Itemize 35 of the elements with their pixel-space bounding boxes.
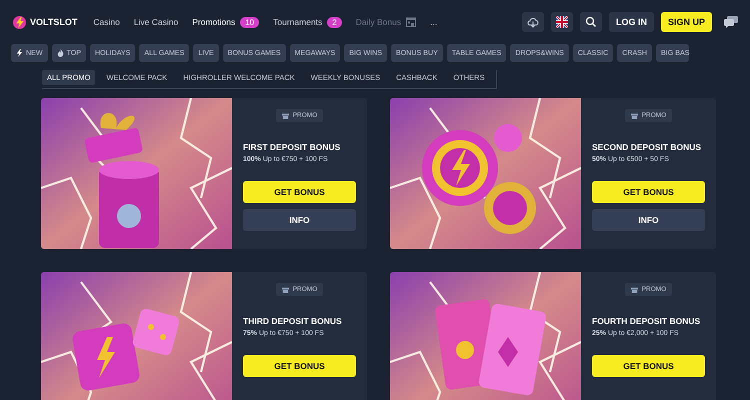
info-button[interactable]: INFO (243, 209, 356, 231)
bonus-title: FOURTH DEPOSIT BONUS (592, 316, 702, 326)
search-icon (584, 16, 597, 28)
bolt-icon (16, 49, 23, 57)
chat-icon[interactable] (724, 16, 738, 28)
get-bonus-button[interactable]: GET BONUS (592, 355, 705, 377)
logo-icon (13, 16, 26, 28)
login-button[interactable]: LOG IN (608, 12, 654, 32)
bonus-title: THIRD DEPOSIT BONUS (243, 316, 343, 326)
bonus-title: FIRST DEPOSIT BONUS (243, 142, 342, 152)
info-button[interactable]: INFO (592, 209, 705, 231)
gift-icon (630, 286, 638, 293)
nav-link[interactable]: Tournaments (273, 17, 322, 27)
download-button[interactable] (522, 12, 544, 32)
nav-link[interactable]: Live Casino (134, 17, 178, 27)
gift-icon (282, 112, 289, 119)
nav-link[interactable]: ... (430, 17, 438, 27)
count-badge: 10 (240, 16, 260, 28)
calendar-icon (406, 17, 416, 27)
flame-icon (56, 49, 64, 57)
get-bonus-button[interactable]: GET BONUS (243, 181, 356, 203)
gift-icon (630, 112, 638, 119)
brand-name: VOLTSLOT (30, 17, 78, 27)
get-bonus-button[interactable]: GET BONUS (592, 181, 705, 203)
bonus-title: SECOND DEPOSIT BONUS (592, 142, 702, 152)
flag-icon (556, 16, 568, 28)
signup-button[interactable]: SIGN UP (660, 12, 712, 32)
cloud-download-icon (526, 16, 539, 28)
get-bonus-button[interactable]: GET BONUS (243, 355, 356, 377)
count-badge: 2 (327, 16, 342, 28)
nav-link[interactable]: Casino (93, 17, 120, 27)
gift-icon (282, 286, 289, 293)
language-button[interactable] (550, 12, 573, 32)
nav-link[interactable]: Promotions (192, 17, 236, 27)
search-button[interactable] (580, 12, 602, 32)
